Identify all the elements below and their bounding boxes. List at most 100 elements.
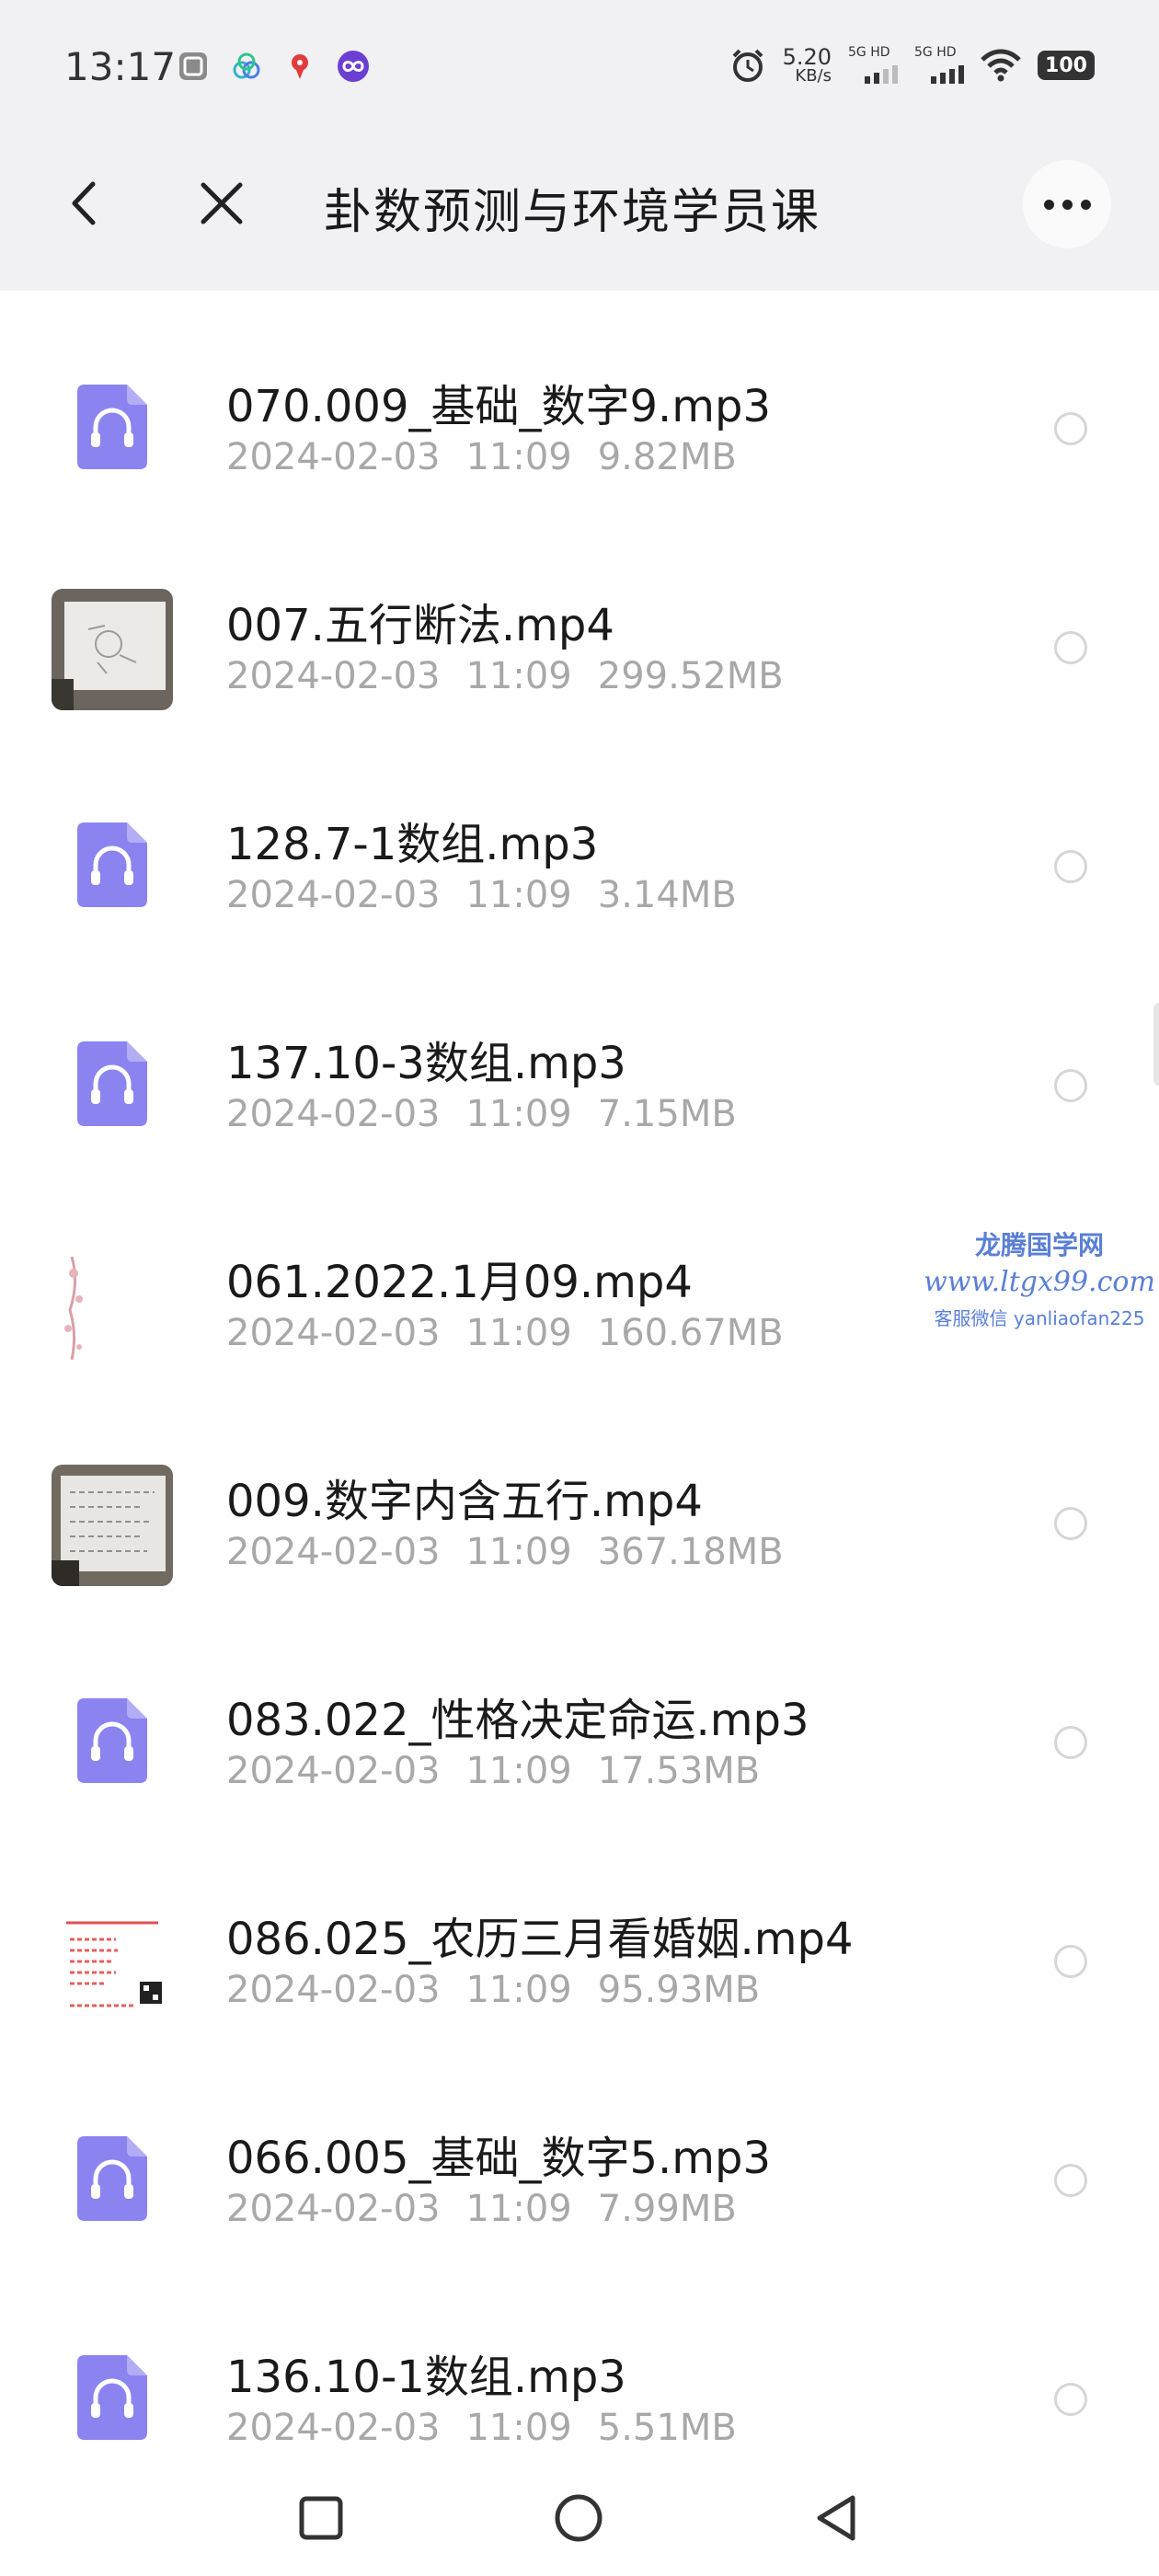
file-list-item[interactable]: 009.数字内含五行.mp4 2024-02-03 11:09 367.18MB: [0, 1398, 1159, 1617]
file-list-item[interactable]: 137.10-3数组.mp3 2024-02-03 11:09 7.15MB: [0, 960, 1159, 1179]
file-meta: 2024-02-03 11:09 95.93MB: [226, 1969, 786, 2011]
file-size: 3.14MB: [597, 874, 737, 916]
system-icons: 5.20 KB/s 5G HD 5G HD 100: [729, 45, 1095, 85]
file-time: 11:09: [465, 436, 572, 478]
triangle-back-icon: [817, 2495, 855, 2541]
more-dot-icon: [1061, 199, 1073, 210]
select-radio[interactable]: [1054, 631, 1087, 664]
file-date: 2024-02-03: [226, 1312, 441, 1354]
file-time: 11:09: [465, 2407, 572, 2449]
recent-apps-button[interactable]: [289, 2486, 353, 2550]
edge-panel-handle[interactable]: [1153, 1003, 1159, 1086]
file-date: 2024-02-03: [226, 1969, 441, 2011]
network-speed-value: 5.20: [782, 44, 832, 70]
watermark-url: www.ltgx99.com: [924, 1266, 1155, 1298]
file-browser-screen: 13:17 5.20 KB/s 5G HD 5G HD 100 卦数预测与环境学…: [0, 0, 1159, 2576]
file-time: 11:09: [465, 1531, 572, 1573]
file-time: 11:09: [465, 1093, 572, 1135]
file-meta: 2024-02-03 11:09 3.14MB: [226, 874, 763, 916]
file-date: 2024-02-03: [226, 2407, 441, 2449]
file-meta: 2024-02-03 11:09 7.99MB: [226, 2188, 763, 2230]
home-button[interactable]: [546, 2486, 611, 2550]
file-date: 2024-02-03: [226, 436, 441, 478]
audio-file-icon: [77, 1698, 147, 1783]
file-size: 299.52MB: [597, 655, 784, 697]
back-button[interactable]: [52, 171, 116, 236]
file-name: 007.五行断法.mp4: [226, 600, 614, 651]
more-dot-icon: [1080, 199, 1091, 210]
file-list-item[interactable]: 086.025_农历三月看婚姻.mp4 2024-02-03 11:09 95.93…: [0, 1836, 1159, 2055]
file-date: 2024-02-03: [226, 874, 441, 916]
signal-2-label: 5G HD: [914, 45, 957, 60]
select-radio[interactable]: [1054, 1726, 1087, 1759]
file-time: 11:09: [465, 1750, 572, 1792]
circle-icon: [555, 2494, 602, 2542]
audio-file-icon: [77, 1041, 147, 1126]
file-date: 2024-02-03: [226, 655, 441, 697]
file-list-item[interactable]: 083.022_性格决定命运.mp3 2024-02-03 11:09 17.53M…: [0, 1617, 1159, 1836]
video-thumbnail: [52, 1246, 173, 1367]
select-radio[interactable]: [1054, 412, 1087, 445]
file-list-item[interactable]: 007.五行断法.mp4 2024-02-03 11:09 299.52MB: [0, 523, 1159, 742]
file-name: 086.025_农历三月看婚姻.mp4: [226, 1914, 854, 1965]
signal-strength-1: 5G HD: [848, 45, 898, 84]
watermark-contact: 客服微信 yanliaofan225: [934, 1307, 1145, 1329]
alarm-icon: [732, 49, 763, 82]
file-meta: 2024-02-03 11:09 5.51MB: [226, 2407, 763, 2449]
back-nav-button[interactable]: [804, 2486, 868, 2550]
video-thumbnail: [52, 589, 173, 710]
file-time: 11:09: [465, 2188, 572, 2230]
file-size: 160.67MB: [597, 1312, 784, 1354]
file-meta: 2024-02-03 11:09 7.15MB: [226, 1093, 763, 1135]
video-thumbnail: [52, 1465, 173, 1586]
wifi-icon: [981, 49, 1021, 82]
more-options-button[interactable]: [1023, 160, 1111, 248]
status-bar: 13:17 5.20 KB/s 5G HD 5G HD 100: [0, 0, 1159, 116]
chevron-left-icon: [72, 181, 96, 225]
file-name: 137.10-3数组.mp3: [226, 1038, 626, 1089]
file-date: 2024-02-03: [226, 1750, 441, 1792]
close-icon: [201, 182, 243, 224]
close-button[interactable]: [189, 171, 254, 236]
file-list: 070.009_基础_数字9.mp3 2024-02-03 11:09 9.82MB…: [0, 291, 1159, 2493]
network-speed-unit: KB/s: [795, 66, 832, 86]
file-date: 2024-02-03: [226, 2188, 441, 2230]
file-time: 11:09: [465, 1312, 572, 1354]
signal-bars-icon: [865, 65, 898, 84]
file-name: 066.005_基础_数字5.mp3: [226, 2133, 772, 2184]
select-radio[interactable]: [1054, 1945, 1087, 1978]
file-size: 367.18MB: [597, 1531, 784, 1573]
file-list-item[interactable]: 070.009_基础_数字9.mp3 2024-02-03 11:09 9.82MB: [0, 304, 1159, 523]
system-navigation-bar: [0, 2466, 1159, 2576]
link-icon: [230, 50, 263, 83]
watermark: 龙腾国学网 www.ltgx99.com 客服微信 yanliaofan225: [920, 1225, 1159, 1330]
file-date: 2024-02-03: [226, 1093, 441, 1135]
file-size: 5.51MB: [597, 2407, 737, 2449]
file-size: 9.82MB: [597, 436, 737, 478]
file-list-item[interactable]: 136.10-1数组.mp3 2024-02-03 11:09 5.51MB: [0, 2274, 1159, 2493]
select-radio[interactable]: [1054, 2383, 1087, 2416]
select-radio[interactable]: [1054, 2164, 1087, 2197]
select-radio[interactable]: [1054, 850, 1087, 883]
file-meta: 2024-02-03 11:09 367.18MB: [226, 1531, 809, 1573]
file-meta: 2024-02-03 11:09 299.52MB: [226, 655, 809, 697]
gallery-icon: [177, 50, 210, 83]
audio-file-icon: [77, 2136, 147, 2221]
file-list-item[interactable]: 066.005_基础_数字5.mp3 2024-02-03 11:09 7.99MB: [0, 2055, 1159, 2274]
file-meta: 2024-02-03 11:09 9.82MB: [226, 436, 763, 478]
select-radio[interactable]: [1054, 1507, 1087, 1540]
file-date: 2024-02-03: [226, 1531, 441, 1573]
audio-file-icon: [77, 385, 147, 469]
signal-strength-2: 5G HD: [914, 45, 964, 84]
network-speed: 5.20 KB/s: [783, 46, 832, 85]
top-bar: 卦数预测与环境学员课: [0, 116, 1159, 291]
audio-file-icon: [77, 2355, 147, 2440]
file-name: 070.009_基础_数字9.mp3: [226, 381, 772, 432]
file-list-item[interactable]: 128.7-1数组.mp3 2024-02-03 11:09 3.14MB: [0, 742, 1159, 960]
file-meta: 2024-02-03 11:09 17.53MB: [226, 1750, 786, 1792]
file-meta: 2024-02-03 11:09 160.67MB: [226, 1312, 809, 1354]
square-icon: [299, 2496, 343, 2540]
file-size: 95.93MB: [597, 1969, 761, 2011]
select-radio[interactable]: [1054, 1069, 1087, 1102]
file-name: 009.数字内含五行.mp4: [226, 1476, 703, 1527]
